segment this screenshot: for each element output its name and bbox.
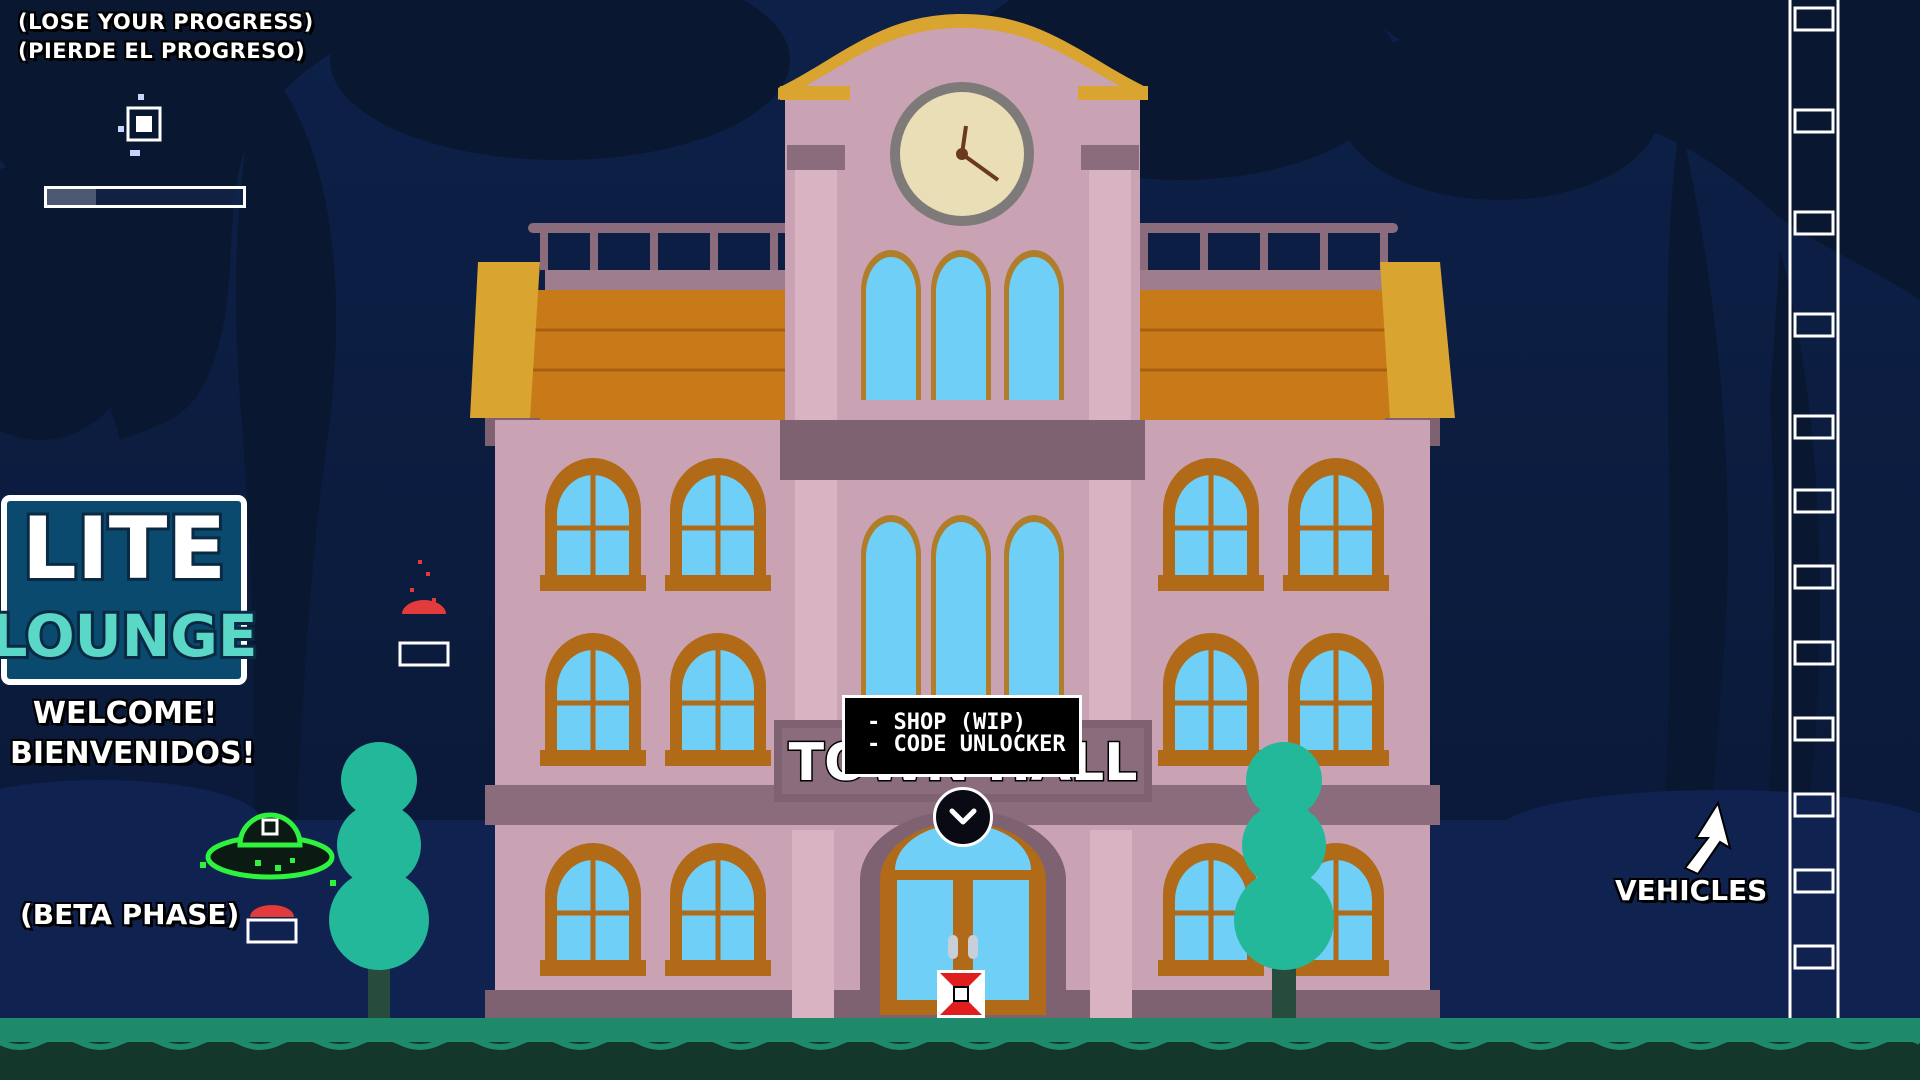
warning-line-es: (PIERDE EL PROGRESO): [18, 39, 306, 63]
town-hall-tooltip: - SHOP (WIP) - CODE UNLOCKER: [842, 695, 1082, 777]
vehicles-label: VEHICLES: [1615, 874, 1768, 907]
welcome-message: WELCOME! BIENVENIDOS!: [10, 694, 256, 774]
progress-fill: [47, 189, 96, 205]
chevron-down-icon: [949, 808, 977, 825]
svg-text:LOUNGE: LOUNGE: [0, 602, 258, 670]
tooltip-code-unlocker: - CODE UNLOCKER: [867, 732, 1066, 757]
warning-line-en: (LOSE YOUR PROGRESS): [18, 10, 314, 34]
beta-phase-label: (BETA PHASE): [20, 898, 240, 931]
progress-warning: (LOSE YOUR PROGRESS) (PIERDE EL PROGRESO…: [18, 8, 314, 66]
progress-bar: [44, 186, 246, 208]
clock: [890, 82, 1034, 226]
tooltip-shop: - SHOP (WIP): [867, 710, 1026, 735]
welcome-line-en: WELCOME!: [32, 696, 218, 731]
welcome-line-es: BIENVENIDOS!: [10, 736, 256, 771]
player-icon: [937, 970, 985, 1018]
lite-lounge-logo-art: LITE LOUNGE: [0, 495, 261, 685]
ground: [0, 1018, 1920, 1080]
svg-text:LITE: LITE: [22, 499, 226, 599]
game-scene: TOWN HALL: [0, 0, 1920, 1080]
enter-building-button[interactable]: [933, 787, 993, 847]
